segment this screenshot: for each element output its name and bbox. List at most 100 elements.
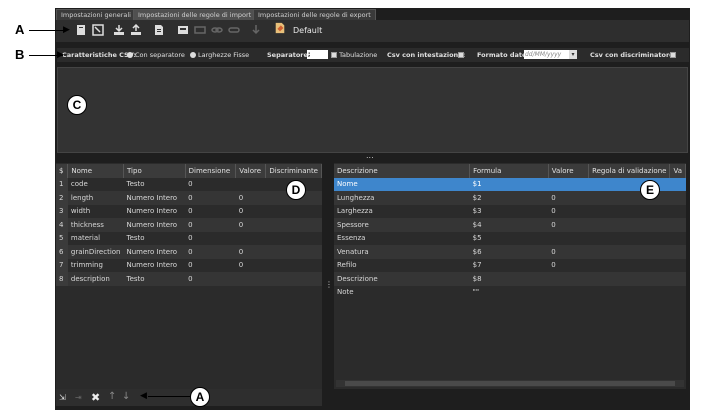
dimension-cell[interactable]: 0 xyxy=(185,205,236,219)
delete-row-icon[interactable]: ✖ xyxy=(91,391,100,404)
table-row[interactable]: 4 thickness Numero Intero 0 0 xyxy=(56,218,322,232)
value-cell[interactable]: 0 xyxy=(235,245,266,259)
row-index-cell[interactable]: 1 xyxy=(56,177,68,191)
validation-rule-cell[interactable] xyxy=(588,245,670,259)
radio-icon[interactable] xyxy=(190,52,196,58)
open-icon[interactable] xyxy=(92,24,104,36)
type-cell[interactable]: Numero Intero xyxy=(124,259,186,273)
discriminator-cell[interactable] xyxy=(266,205,322,219)
move-down-icon[interactable]: ↓ xyxy=(122,391,130,402)
validation-rule-cell[interactable] xyxy=(588,272,670,286)
col-header-type[interactable]: Tipo xyxy=(123,164,186,178)
table-row[interactable]: 6 grainDirection Numero Intero 0 0 xyxy=(56,245,322,259)
value-cell[interactable]: 0 xyxy=(236,259,266,273)
document-icon[interactable] xyxy=(153,24,165,36)
description-cell[interactable]: Larghezza xyxy=(334,205,470,219)
dimension-cell[interactable]: 0 xyxy=(185,178,236,192)
row-index-cell[interactable]: 2 xyxy=(56,191,68,205)
formula-cell[interactable]: $6 xyxy=(469,245,549,259)
table-row[interactable]: 5 material Testo 0 xyxy=(56,231,322,246)
formula-cell[interactable]: "" xyxy=(470,286,549,300)
value-cell[interactable]: 0 xyxy=(548,218,589,232)
value-cell[interactable]: 0 xyxy=(548,191,589,205)
name-cell[interactable]: grainDirection xyxy=(67,245,124,259)
name-cell[interactable]: code xyxy=(68,178,124,192)
tabulation-checkbox[interactable]: Tabulazione xyxy=(331,51,377,59)
value-cell[interactable] xyxy=(548,286,588,300)
col-header-description[interactable]: Descrizione xyxy=(334,164,471,178)
description-cell[interactable]: Essenza xyxy=(334,232,470,246)
col-header-validation-rule[interactable]: Regola di validazione xyxy=(588,164,671,178)
formula-cell[interactable]: $7 xyxy=(470,259,549,273)
col-header-name[interactable]: Nome xyxy=(67,164,124,178)
formula-cell[interactable]: $1 xyxy=(469,177,549,191)
col-header-discriminator[interactable]: Discriminante xyxy=(265,164,322,178)
add-row-icon[interactable]: ⇲ xyxy=(59,393,66,402)
validation-rule-cell[interactable] xyxy=(589,259,670,273)
with-separator-radio[interactable]: Con separatore xyxy=(127,51,185,59)
type-cell[interactable]: Testo xyxy=(124,178,186,192)
validation-rule-cell[interactable] xyxy=(589,232,670,246)
va-cell[interactable] xyxy=(669,177,686,191)
row-index-cell[interactable]: 8 xyxy=(56,272,68,286)
table-row[interactable]: Venatura $6 0 xyxy=(334,245,686,259)
formula-cell[interactable]: $4 xyxy=(469,218,549,232)
value-cell[interactable] xyxy=(548,272,589,286)
type-cell[interactable]: Numero Intero xyxy=(123,191,186,205)
table-row[interactable]: Larghezza $3 0 xyxy=(334,205,686,219)
name-cell[interactable]: thickness xyxy=(67,218,124,232)
discriminator-cell[interactable] xyxy=(266,259,322,273)
value-cell[interactable] xyxy=(548,177,589,191)
va-cell[interactable] xyxy=(669,245,686,259)
va-cell[interactable] xyxy=(669,218,686,232)
dimension-cell[interactable]: 0 xyxy=(185,272,236,286)
tab-export-rules[interactable]: Impostazioni delle regole di export xyxy=(253,9,376,20)
name-cell[interactable]: width xyxy=(68,205,124,219)
table-row[interactable]: Spessore $4 0 xyxy=(334,218,686,232)
save-icon[interactable] xyxy=(177,24,189,36)
name-cell[interactable]: material xyxy=(68,232,124,246)
default-icon[interactable] xyxy=(274,22,288,36)
value-cell[interactable]: 0 xyxy=(548,205,588,219)
discriminator-cell[interactable] xyxy=(265,272,322,286)
discriminator-cell[interactable] xyxy=(266,232,322,246)
type-cell[interactable]: Testo xyxy=(124,232,186,246)
va-cell[interactable] xyxy=(670,205,686,219)
link-alt-icon[interactable] xyxy=(228,24,240,36)
value-cell[interactable]: 0 xyxy=(236,205,266,219)
value-cell[interactable] xyxy=(235,272,266,286)
validation-rule-cell[interactable] xyxy=(589,205,670,219)
col-header-dimension[interactable]: Dimensione xyxy=(185,164,237,178)
va-cell[interactable] xyxy=(670,232,686,246)
row-index-cell[interactable]: 6 xyxy=(56,245,68,259)
col-header-index[interactable]: $ xyxy=(56,164,69,178)
checkbox-icon[interactable] xyxy=(331,52,337,58)
value-cell[interactable] xyxy=(236,178,266,192)
formula-cell[interactable]: $8 xyxy=(469,272,549,286)
chain-icon[interactable] xyxy=(211,24,223,36)
csv-header-checkbox[interactable] xyxy=(458,51,464,59)
splitter-handle[interactable]: ... xyxy=(366,151,374,160)
value-cell[interactable]: 0 xyxy=(235,218,266,232)
col-header-formula[interactable]: Formula xyxy=(469,164,549,178)
type-cell[interactable]: Testo xyxy=(123,272,186,286)
va-cell[interactable] xyxy=(670,259,686,273)
col-header-value[interactable]: Valore xyxy=(235,164,267,178)
table-row[interactable]: 7 trimming Numero Intero 0 0 xyxy=(56,258,322,273)
date-format-select[interactable]: dd/MM/yyyy xyxy=(524,50,569,59)
row-index-cell[interactable]: 4 xyxy=(56,218,68,232)
formula-cell[interactable]: $2 xyxy=(469,191,549,205)
value-cell[interactable]: 0 xyxy=(548,259,588,273)
export-icon[interactable] xyxy=(130,23,142,36)
row-index-cell[interactable]: 7 xyxy=(56,258,68,272)
import-icon[interactable] xyxy=(113,24,125,36)
discriminator-cell[interactable] xyxy=(265,245,322,259)
chevron-down-icon[interactable]: ▾ xyxy=(569,50,577,59)
dimension-cell[interactable]: 0 xyxy=(185,245,236,259)
dimension-cell[interactable]: 0 xyxy=(185,218,236,232)
vertical-splitter-handle[interactable]: ⋮ xyxy=(325,280,333,289)
tab-general-settings[interactable]: Impostazioni generali xyxy=(56,9,136,20)
table-row[interactable]: 2 length Numero Intero 0 0 xyxy=(56,191,322,205)
value-cell[interactable] xyxy=(236,232,266,246)
table-row[interactable]: Note "" xyxy=(334,286,686,300)
